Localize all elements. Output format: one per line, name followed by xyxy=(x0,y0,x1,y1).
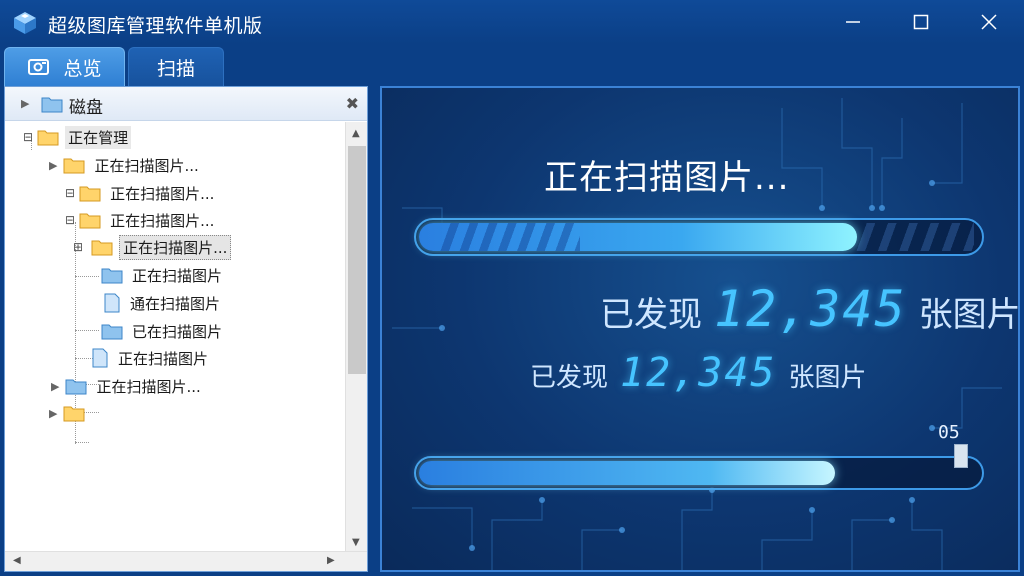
chevron-right-icon[interactable]: ▶ xyxy=(49,407,57,420)
drive-label: 磁盘 xyxy=(69,98,103,118)
main-progress-bar xyxy=(414,218,984,256)
scan-status-title: 正在扫描图片... xyxy=(544,158,790,198)
scrollbar-thumb[interactable] xyxy=(348,146,366,374)
tree-item-label xyxy=(91,412,97,414)
tree-item-label: 正在扫描图片... xyxy=(110,184,215,203)
scroll-right-icon[interactable]: ▶ xyxy=(327,555,335,566)
chevron-right-icon[interactable]: ▶ xyxy=(21,97,29,110)
tree-connector xyxy=(75,442,89,443)
found-suffix: 张图片 xyxy=(918,295,1020,335)
tree-item-label: 正在扫描图片 xyxy=(118,349,209,368)
secondary-progress-fill xyxy=(419,461,835,485)
tree-item-label: 正在扫描图片 xyxy=(132,266,223,285)
found-count-large: 已发现 12,345 张图片 xyxy=(600,280,1020,338)
tree-item-selected[interactable]: ⊞ 正在扫描图片... xyxy=(73,234,232,260)
progress-track-stripes xyxy=(854,223,974,251)
tree-item[interactable]: 通在扫描图片 xyxy=(103,290,223,316)
tree-item[interactable]: ▶ 正在扫描图片... xyxy=(49,152,202,178)
photo-icon xyxy=(28,59,50,75)
folder-icon xyxy=(41,97,63,113)
close-button[interactable] xyxy=(956,0,1022,44)
folder-icon xyxy=(63,406,85,422)
secondary-progress-label: 05 xyxy=(938,422,960,443)
folder-icon xyxy=(63,158,85,174)
collapse-icon[interactable]: ⊟ xyxy=(65,213,75,227)
tree-item[interactable]: ▶ 正在扫描图片... xyxy=(51,373,204,399)
progress-handle[interactable] xyxy=(954,444,968,468)
folder-icon xyxy=(79,186,101,202)
tree-item[interactable]: ⊟ 正在扫描图片... xyxy=(65,180,217,206)
tab-overview[interactable]: 总览 xyxy=(4,47,125,86)
folder-icon xyxy=(37,130,59,146)
vertical-scrollbar[interactable]: ▲ ▼ xyxy=(345,122,367,554)
tab-bar: 总览 扫描 xyxy=(0,44,1024,86)
found-count-small: 已发现 12,345 张图片 xyxy=(530,350,867,396)
found2-suffix: 张图片 xyxy=(788,363,867,393)
folder-icon xyxy=(101,324,123,340)
file-icon xyxy=(104,293,120,313)
progress-fill-stripes xyxy=(440,223,580,251)
tree-item[interactable]: 正在扫描图片 xyxy=(101,262,225,288)
chevron-right-icon[interactable]: ▶ xyxy=(49,159,57,172)
tab-scan-label: 扫描 xyxy=(156,57,195,80)
tree-item[interactable]: ⊟ 正在扫描图片... xyxy=(65,207,217,233)
tree-item[interactable]: ⊟ 正在管理 xyxy=(23,124,132,150)
found2-prefix: 已发现 xyxy=(530,363,609,393)
folder-icon xyxy=(65,379,87,395)
tree-item[interactable]: 已在扫描图片 xyxy=(101,318,225,344)
scan-progress-panel: 正在扫描图片... 已发现 12,345 张图片 已发现 12,345 张图片 … xyxy=(380,86,1020,572)
collapse-icon[interactable]: ⊟ xyxy=(65,186,75,200)
tree-item-label: 正在管理 xyxy=(65,125,132,149)
folder-tree-panel: ▶ 磁盘 ✖ ⊟ 正在管理 ▶ 正在扫描图片... ⊟ 正在扫描图片... ⊟ … xyxy=(4,86,368,572)
tree-view: ⊟ 正在管理 ▶ 正在扫描图片... ⊟ 正在扫描图片... ⊟ 正在扫描图片.… xyxy=(5,122,345,554)
tree-header: ▶ 磁盘 ✖ xyxy=(5,87,367,121)
tree-item-label: 正在扫描图片... xyxy=(96,377,201,396)
tab-overview-label: 总览 xyxy=(63,57,102,80)
found2-count: 12,345 xyxy=(620,350,777,396)
tree-item[interactable]: 正在扫描图片 xyxy=(91,345,211,371)
close-icon xyxy=(981,14,997,30)
found-count: 12,345 xyxy=(714,280,907,338)
tree-connector xyxy=(75,330,99,331)
secondary-progress-bar xyxy=(414,444,984,490)
found-prefix: 已发现 xyxy=(600,295,702,335)
app-logo-icon xyxy=(14,12,36,34)
maximize-button[interactable] xyxy=(888,0,954,44)
collapse-icon[interactable]: ⊟ xyxy=(23,130,33,144)
maximize-icon xyxy=(913,14,929,30)
tree-item-label: 已在扫描图片 xyxy=(132,322,223,341)
folder-icon xyxy=(79,213,101,229)
tree-connector xyxy=(75,276,99,277)
tree-item-label: 正在扫描图片... xyxy=(94,156,199,175)
tab-scan[interactable]: 扫描 xyxy=(128,47,224,86)
folder-icon xyxy=(101,268,123,284)
title-bar: 超级图库管理软件单机版 xyxy=(0,0,1024,44)
chevron-right-icon[interactable]: ▶ xyxy=(51,380,59,393)
scroll-down-icon[interactable]: ▼ xyxy=(352,537,360,548)
scroll-up-icon[interactable]: ▲ xyxy=(352,128,360,139)
folder-icon xyxy=(91,240,113,256)
horizontal-scrollbar[interactable]: ◀ ▶ xyxy=(5,551,367,571)
tree-item-label: 通在扫描图片 xyxy=(130,294,221,313)
tree-item-label: 正在扫描图片... xyxy=(119,234,232,260)
file-icon xyxy=(92,348,108,368)
expand-icon[interactable]: ⊞ xyxy=(73,240,83,254)
close-panel-icon[interactable]: ✖ xyxy=(346,94,359,113)
tree-item[interactable]: ▶ xyxy=(49,400,97,426)
window-title: 超级图库管理软件单机版 xyxy=(48,15,263,37)
minimize-button[interactable] xyxy=(820,0,886,44)
tree-item-label: 正在扫描图片... xyxy=(110,211,215,230)
scroll-left-icon[interactable]: ◀ xyxy=(13,555,21,566)
minimize-icon xyxy=(846,21,860,23)
